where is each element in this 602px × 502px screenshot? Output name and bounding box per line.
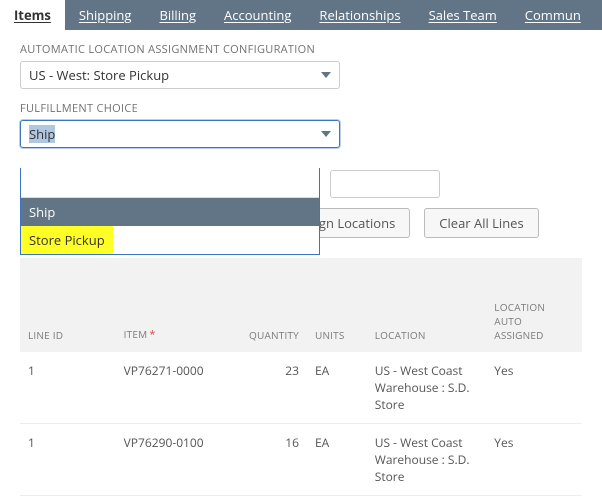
cell-item: VP76271-0000 [116,352,224,424]
fulfillment-choice-select[interactable]: Ship [20,120,340,148]
misc-text-input[interactable] [330,170,440,198]
cell-quantity: 23 [223,352,307,424]
table-header-row: LINE ID ITEM* QUANTITY UNITS LOCATION LO… [20,264,582,352]
required-star-icon: * [149,327,155,342]
items-table: LINE ID ITEM* QUANTITY UNITS LOCATION LO… [20,264,582,496]
fulfillment-choice-value: Ship [29,125,55,143]
cell-line-id: 1 [20,352,116,424]
field-auto-location-config: AUTOMATIC LOCATION ASSIGNMENT CONFIGURAT… [20,42,582,89]
chevron-down-icon [321,72,331,78]
tab-items[interactable]: Items [0,0,65,30]
auto-location-config-select[interactable]: US - West: Store Pickup [20,61,340,89]
table-row[interactable]: 1 VP76271-0000 23 EA US - West Coast War… [20,352,582,424]
col-location: LOCATION [367,264,487,352]
cell-location: US - West Coast Warehouse : S.D. Store [367,352,487,424]
cell-item: VP76290-0100 [116,424,224,496]
fulfillment-dropdown: Ship Store Pickup [20,168,320,255]
col-line-id: LINE ID [20,264,116,352]
cell-units: EA [307,424,367,496]
tab-shipping[interactable]: Shipping [65,0,146,30]
tab-billing[interactable]: Billing [145,0,210,30]
cell-auto-assigned: Yes [486,424,582,496]
field-fulfillment-choice: FULFILLMENT CHOICE Ship [20,101,582,148]
cell-line-id: 1 [20,424,116,496]
col-units: UNITS [307,264,367,352]
col-quantity: QUANTITY [223,264,307,352]
cell-quantity: 16 [223,424,307,496]
clear-all-lines-button[interactable]: Clear All Lines [424,208,538,238]
dropdown-option-store-pickup[interactable]: Store Pickup [21,226,113,254]
nav-tabs: Items Shipping Billing Accounting Relati… [0,0,602,30]
cell-location: US - West Coast Warehouse : S.D. Store [367,424,487,496]
tab-sales-team[interactable]: Sales Team [415,0,511,30]
dropdown-option-ship[interactable]: Ship [21,198,319,226]
auto-location-config-value: US - West: Store Pickup [29,66,169,84]
col-location-auto-assigned: LOCATION AUTO ASSIGNED [486,264,582,352]
chevron-down-icon [321,131,331,137]
tab-accounting[interactable]: Accounting [210,0,305,30]
dropdown-search-input[interactable] [21,168,319,198]
table-row[interactable]: 1 VP76290-0100 16 EA US - West Coast War… [20,424,582,496]
items-table-wrap: LINE ID ITEM* QUANTITY UNITS LOCATION LO… [20,258,582,496]
col-item: ITEM* [116,264,224,352]
tab-communication[interactable]: Commun [511,0,595,30]
fulfillment-choice-label: FULFILLMENT CHOICE [20,101,582,116]
cell-units: EA [307,352,367,424]
tab-relationships[interactable]: Relationships [305,0,414,30]
cell-auto-assigned: Yes [486,352,582,424]
auto-location-config-label: AUTOMATIC LOCATION ASSIGNMENT CONFIGURAT… [20,42,582,57]
